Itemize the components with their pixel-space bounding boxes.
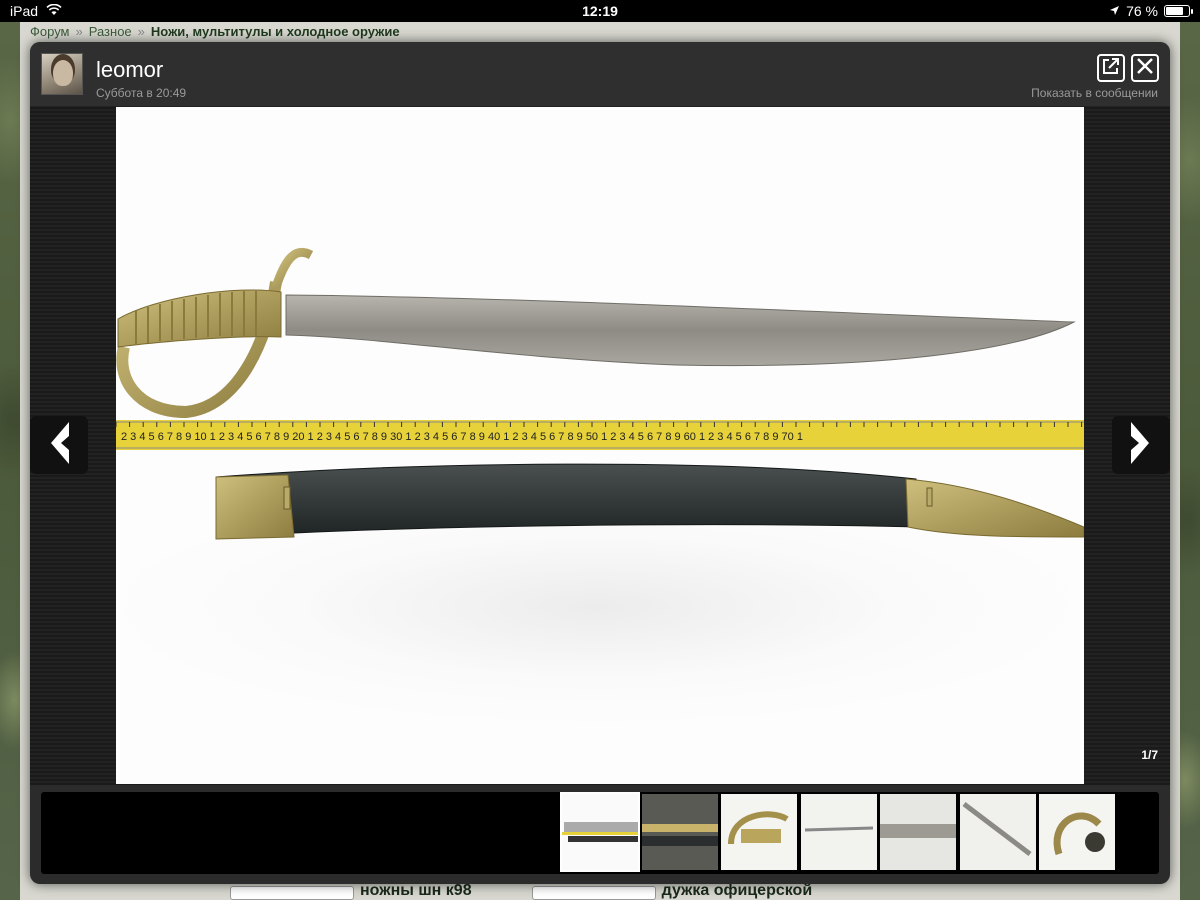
image-stage: 2 3 4 5 6 7 8 9 10 1 2 3 4 5 6 7 8 9 20 … <box>30 106 1170 785</box>
avatar-face <box>53 60 73 86</box>
device-name: iPad <box>10 3 39 19</box>
page-bottom-strip: ножны шн к98 дужка офицерской <box>230 882 970 900</box>
thumbnail-3[interactable] <box>721 794 797 870</box>
image-lightbox: leomor Суббота в 20:49 Показать в сообще… <box>30 42 1170 884</box>
thumbnail-image <box>642 794 718 870</box>
image-counter: 1/7 <box>1141 748 1158 762</box>
breadcrumb-forum[interactable]: Форум <box>30 24 70 39</box>
related-thumb <box>531 886 656 900</box>
thumbnail-1[interactable] <box>560 792 640 872</box>
related-item-title[interactable]: ножны шн к98 <box>360 882 472 900</box>
external-link-button[interactable] <box>1097 54 1125 82</box>
arrow-right-icon <box>1129 420 1153 471</box>
related-item-title[interactable]: дужка офицерской <box>662 882 813 900</box>
wifi-icon <box>46 3 62 19</box>
breadcrumb-separator: » <box>137 23 145 39</box>
thumbnail-6[interactable] <box>960 794 1036 870</box>
thumbnail-image <box>721 794 797 870</box>
breadcrumb-current[interactable]: Ножи, мультитулы и холодное оружие <box>151 24 400 39</box>
battery-icon <box>1164 5 1193 17</box>
thumbnail-image <box>960 794 1036 870</box>
related-item-2[interactable]: дужка офицерской <box>531 882 813 900</box>
ruler-numbers: 2 3 4 5 6 7 8 9 10 1 2 3 4 5 6 7 8 9 20 … <box>121 431 803 443</box>
related-thumb <box>230 886 354 900</box>
avatar[interactable] <box>41 53 83 95</box>
sword-photo[interactable]: 2 3 4 5 6 7 8 9 10 1 2 3 4 5 6 7 8 9 20 … <box>116 107 1084 784</box>
thumbnail-5[interactable] <box>880 794 956 870</box>
thumbnail-2[interactable] <box>642 794 718 870</box>
related-item-1[interactable]: ножны шн к98 <box>230 882 472 900</box>
thumbnail-4[interactable] <box>801 794 877 870</box>
location-arrow-icon <box>1109 3 1120 19</box>
sword-illustration: 2 3 4 5 6 7 8 9 10 1 2 3 4 5 6 7 8 9 20 … <box>116 247 1084 540</box>
breadcrumb-separator: » <box>75 23 83 39</box>
status-bar: iPad 12:19 76 % <box>0 0 1200 22</box>
thumbnail-image <box>1039 794 1115 870</box>
thumbnail-image <box>880 794 956 870</box>
username[interactable]: leomor <box>96 57 163 83</box>
show-in-post-link[interactable]: Показать в сообщении <box>1031 86 1158 100</box>
next-image-button[interactable] <box>1112 416 1170 474</box>
close-button[interactable] <box>1131 54 1159 82</box>
thumbnail-image <box>562 794 638 870</box>
thumbnail-7[interactable] <box>1039 794 1115 870</box>
external-link-icon <box>1101 56 1121 81</box>
breadcrumb: Форум » Разное » Ножи, мультитулы и холо… <box>30 22 400 40</box>
arrow-left-icon <box>47 420 71 471</box>
post-time: Суббота в 20:49 <box>96 86 187 100</box>
clock: 12:19 <box>582 3 618 19</box>
thumbnail-image <box>801 794 877 870</box>
close-icon <box>1136 57 1154 80</box>
thumbnail-strip <box>41 792 1159 874</box>
battery-fill <box>1166 7 1183 15</box>
previous-image-button[interactable] <box>30 416 88 474</box>
battery-percent: 76 % <box>1126 3 1158 19</box>
lightbox-header: leomor Суббота в 20:49 Показать в сообще… <box>30 42 1170 106</box>
breadcrumb-misc[interactable]: Разное <box>89 24 132 39</box>
